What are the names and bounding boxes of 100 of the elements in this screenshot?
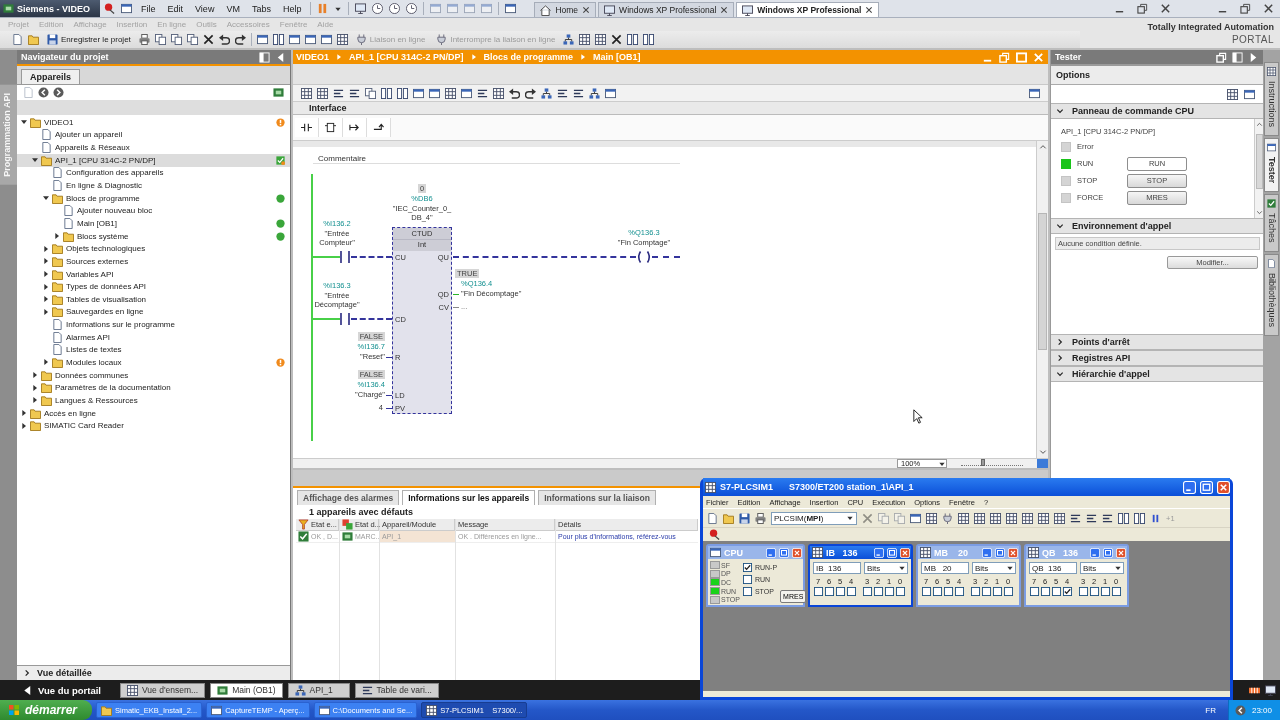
section-header[interactable]: Panneau de commande CPU xyxy=(1051,103,1263,119)
window-icon[interactable] xyxy=(505,3,517,14)
checkbox[interactable] xyxy=(921,587,931,596)
tree-item[interactable]: Sauvegardes en ligne xyxy=(17,305,290,319)
editor-tab[interactable]: Main (OB1) xyxy=(210,682,283,698)
list-icon[interactable] xyxy=(573,87,584,99)
window-icon[interactable] xyxy=(320,34,332,45)
restore-icon[interactable] xyxy=(1240,3,1251,14)
grid-icon[interactable] xyxy=(1006,512,1017,524)
tree-item[interactable]: Main [OB1] xyxy=(17,217,290,230)
copy-icon[interactable] xyxy=(186,34,198,45)
checkbox[interactable] xyxy=(1040,587,1050,596)
caret-right-icon[interactable] xyxy=(42,270,50,278)
checkbox[interactable] xyxy=(1029,587,1039,596)
address-field[interactable]: QB 136 xyxy=(1029,562,1077,574)
undo-icon[interactable] xyxy=(509,87,520,99)
tree-item[interactable]: Ajouter un appareil xyxy=(17,128,290,142)
comment-field[interactable]: Commentaire xyxy=(313,153,680,164)
close-icon[interactable] xyxy=(865,6,874,14)
network-icon[interactable] xyxy=(563,34,575,45)
side-tab[interactable]: Tester xyxy=(1264,138,1279,193)
list-icon[interactable] xyxy=(1086,512,1097,524)
monitor-icon[interactable] xyxy=(1265,684,1276,696)
tree-item[interactable]: Objets technologiques xyxy=(17,242,290,256)
monitor-icon[interactable] xyxy=(355,3,367,14)
section-header[interactable]: Registres API xyxy=(1051,350,1263,366)
window-icon[interactable] xyxy=(288,34,300,45)
address-field[interactable]: IB 136 xyxy=(813,562,861,574)
caret-right-icon[interactable] xyxy=(42,282,50,291)
tree-item[interactable]: Informations sur le programme xyxy=(17,318,290,331)
copy-icon[interactable] xyxy=(170,34,182,45)
network-icon[interactable] xyxy=(541,87,552,99)
checkbox[interactable] xyxy=(862,587,872,596)
list-icon[interactable] xyxy=(1070,512,1081,524)
checkbox[interactable] xyxy=(970,587,980,596)
collapse-icon[interactable] xyxy=(275,51,286,63)
caret-right-icon[interactable] xyxy=(31,371,39,380)
maximize-icon[interactable] xyxy=(887,547,897,558)
tree-item[interactable]: Configuration des appareils xyxy=(17,166,290,180)
chevron-right-icon[interactable] xyxy=(1056,354,1064,362)
plug-icon[interactable] xyxy=(942,512,953,524)
inspector-tab[interactable]: Affichage des alarmes xyxy=(297,490,400,505)
checkbox[interactable] xyxy=(1003,587,1013,596)
chevron-down-icon[interactable] xyxy=(1056,370,1064,378)
scrollbar-thumb[interactable] xyxy=(1255,134,1263,189)
checkbox[interactable] xyxy=(932,587,942,596)
window-icon[interactable] xyxy=(910,512,921,524)
detail-view-header[interactable]: Vue détaillée xyxy=(17,665,290,680)
maximize-icon[interactable] xyxy=(779,547,789,558)
vm-tab[interactable]: Windows XP Professional xyxy=(598,2,735,17)
cross-icon[interactable] xyxy=(611,34,623,45)
side-tab[interactable]: Bibliothèques xyxy=(1264,253,1279,336)
close-icon[interactable] xyxy=(720,6,729,14)
interface-bar[interactable]: Interface xyxy=(293,101,1048,115)
grid-icon[interactable] xyxy=(579,34,591,45)
tree-item[interactable]: Modules locaux xyxy=(17,356,290,369)
contact-symbol[interactable] xyxy=(340,251,350,263)
grid-icon[interactable] xyxy=(1227,88,1238,100)
list-icon[interactable] xyxy=(477,87,488,99)
insert-bent-arrow-button[interactable] xyxy=(367,118,391,137)
devices-tab[interactable]: Appareils xyxy=(21,69,80,84)
close-icon[interactable] xyxy=(1160,3,1171,14)
columns-icon[interactable] xyxy=(1134,512,1145,524)
tree-item[interactable]: Données communes xyxy=(17,368,290,382)
cross-icon[interactable] xyxy=(202,34,214,45)
minimize-icon[interactable] xyxy=(874,547,884,558)
checkbox[interactable] xyxy=(1078,587,1088,596)
tree-item[interactable]: Alarmes API xyxy=(17,330,290,344)
grid-icon[interactable] xyxy=(336,34,348,45)
columns-icon[interactable] xyxy=(272,34,284,45)
portal-view-button[interactable]: Vue du portail xyxy=(0,682,115,698)
caret-right-icon[interactable] xyxy=(42,244,50,253)
section-header[interactable]: Points d'arrêt xyxy=(1051,334,1263,350)
window-icon[interactable] xyxy=(121,3,132,14)
clock-icon[interactable] xyxy=(406,3,418,14)
insert-contact-button[interactable] xyxy=(295,118,319,137)
menu-item[interactable]: Edit xyxy=(164,3,187,14)
list-icon[interactable] xyxy=(557,87,568,99)
grid-icon[interactable] xyxy=(926,512,937,524)
menu-item[interactable]: Tabs xyxy=(248,3,274,14)
tree-item[interactable]: SIMATIC Card Reader xyxy=(17,419,290,432)
tree-item[interactable]: Blocs système xyxy=(17,229,290,243)
window-icon[interactable] xyxy=(605,87,616,99)
tree-item[interactable]: Ajouter nouveau bloc xyxy=(17,204,290,218)
redo-icon[interactable] xyxy=(525,87,536,99)
tree-item[interactable]: Variables API xyxy=(17,267,290,281)
checkbox[interactable] xyxy=(742,562,752,572)
checkbox[interactable] xyxy=(992,587,1002,596)
pause-icon[interactable] xyxy=(1150,512,1161,524)
checkbox[interactable] xyxy=(1100,587,1110,596)
checkbox[interactable] xyxy=(943,587,953,596)
chevron-down-icon[interactable] xyxy=(1056,107,1064,115)
close-icon[interactable] xyxy=(582,6,591,14)
grid-icon[interactable] xyxy=(974,512,985,524)
checkbox[interactable] xyxy=(824,587,834,596)
chevron-down-icon[interactable] xyxy=(1056,222,1064,230)
side-tab[interactable]: Tâches xyxy=(1264,194,1279,252)
inspector-tab[interactable]: Informations sur les appareils xyxy=(402,490,536,505)
folder-icon[interactable] xyxy=(723,512,734,524)
checkbox[interactable] xyxy=(1089,587,1099,596)
